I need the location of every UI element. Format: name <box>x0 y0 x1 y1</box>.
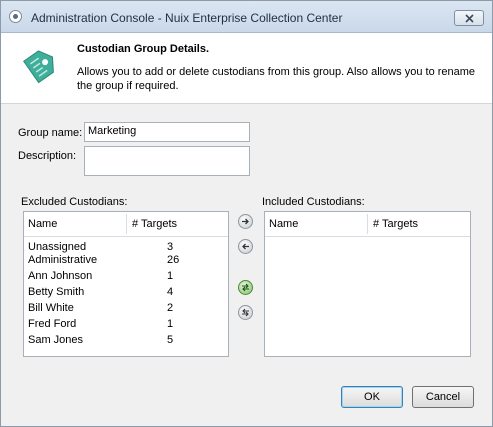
ok-button[interactable]: OK <box>341 386 403 408</box>
group-name-field[interactable]: Marketing <box>84 122 250 142</box>
close-button[interactable] <box>454 10 484 26</box>
move-all-right-button[interactable] <box>238 280 253 295</box>
custodian-name: Fred Ford <box>28 318 77 330</box>
excluded-list-header: Name # Targets <box>24 212 228 237</box>
custodian-targets: 5 <box>167 334 174 346</box>
table-row[interactable]: Fred Ford 1 <box>24 317 228 333</box>
table-row[interactable]: Ann Johnson 1 <box>24 269 228 285</box>
cancel-button[interactable]: Cancel <box>412 386 474 408</box>
app-icon <box>9 10 22 23</box>
custodian-targets: 26 <box>167 254 180 266</box>
title-bar[interactable]: Administration Console - Nuix Enterprise… <box>1 1 492 33</box>
custodian-targets: 2 <box>167 302 174 314</box>
move-left-button[interactable] <box>238 239 253 254</box>
dialog-window: Administration Console - Nuix Enterprise… <box>0 0 493 427</box>
custodian-targets: 4 <box>167 286 174 298</box>
excluded-custodians-label: Excluded Custodians: <box>21 196 128 208</box>
custodian-targets: 3 <box>167 241 174 253</box>
custodian-targets: 1 <box>167 270 174 282</box>
table-row[interactable]: Administrative 26 <box>24 253 228 269</box>
arrow-right-icon <box>242 218 249 225</box>
included-custodians-list[interactable]: Name # Targets <box>264 211 471 357</box>
custodian-name: Betty Smith <box>28 286 85 298</box>
table-row[interactable]: Bill White 2 <box>24 301 228 317</box>
close-icon <box>465 14 474 23</box>
custodian-name: Administrative <box>28 254 98 266</box>
column-header-name[interactable]: Name <box>269 218 298 230</box>
double-arrow-left-icon <box>242 308 249 317</box>
column-header-targets[interactable]: # Targets <box>373 218 418 230</box>
arrow-left-icon <box>242 243 249 250</box>
description-label: Description: <box>18 150 77 162</box>
included-list-header: Name # Targets <box>265 212 470 237</box>
move-right-button[interactable] <box>238 214 253 229</box>
custodian-name: Sam Jones <box>28 334 84 346</box>
column-divider[interactable] <box>126 214 127 234</box>
included-custodians-label: Included Custodians: <box>262 196 365 208</box>
dialog-header: Custodian Group Details. Allows you to a… <box>1 33 492 104</box>
group-name-label: Group name: <box>18 127 83 139</box>
custodian-name: Unassigned <box>28 241 87 253</box>
header-description: Allows you to add or delete custodians f… <box>77 66 476 92</box>
header-title: Custodian Group Details. <box>77 43 210 55</box>
column-header-targets[interactable]: # Targets <box>132 218 177 230</box>
custodian-targets: 1 <box>167 318 174 330</box>
column-divider[interactable] <box>367 214 368 234</box>
column-header-name[interactable]: Name <box>28 218 57 230</box>
move-all-left-button[interactable] <box>238 305 253 320</box>
double-arrow-right-icon <box>242 283 249 292</box>
window-title: Administration Console - Nuix Enterprise… <box>31 11 343 25</box>
tag-icon <box>23 50 54 84</box>
custodian-name: Ann Johnson <box>28 270 93 282</box>
table-row[interactable]: Betty Smith 4 <box>24 285 228 301</box>
table-row[interactable]: Sam Jones 5 <box>24 333 228 349</box>
description-field[interactable] <box>84 146 250 176</box>
excluded-custodians-list[interactable]: Name # Targets Unassigned 3 Administrati… <box>23 211 229 357</box>
custodian-name: Bill White <box>28 302 74 314</box>
